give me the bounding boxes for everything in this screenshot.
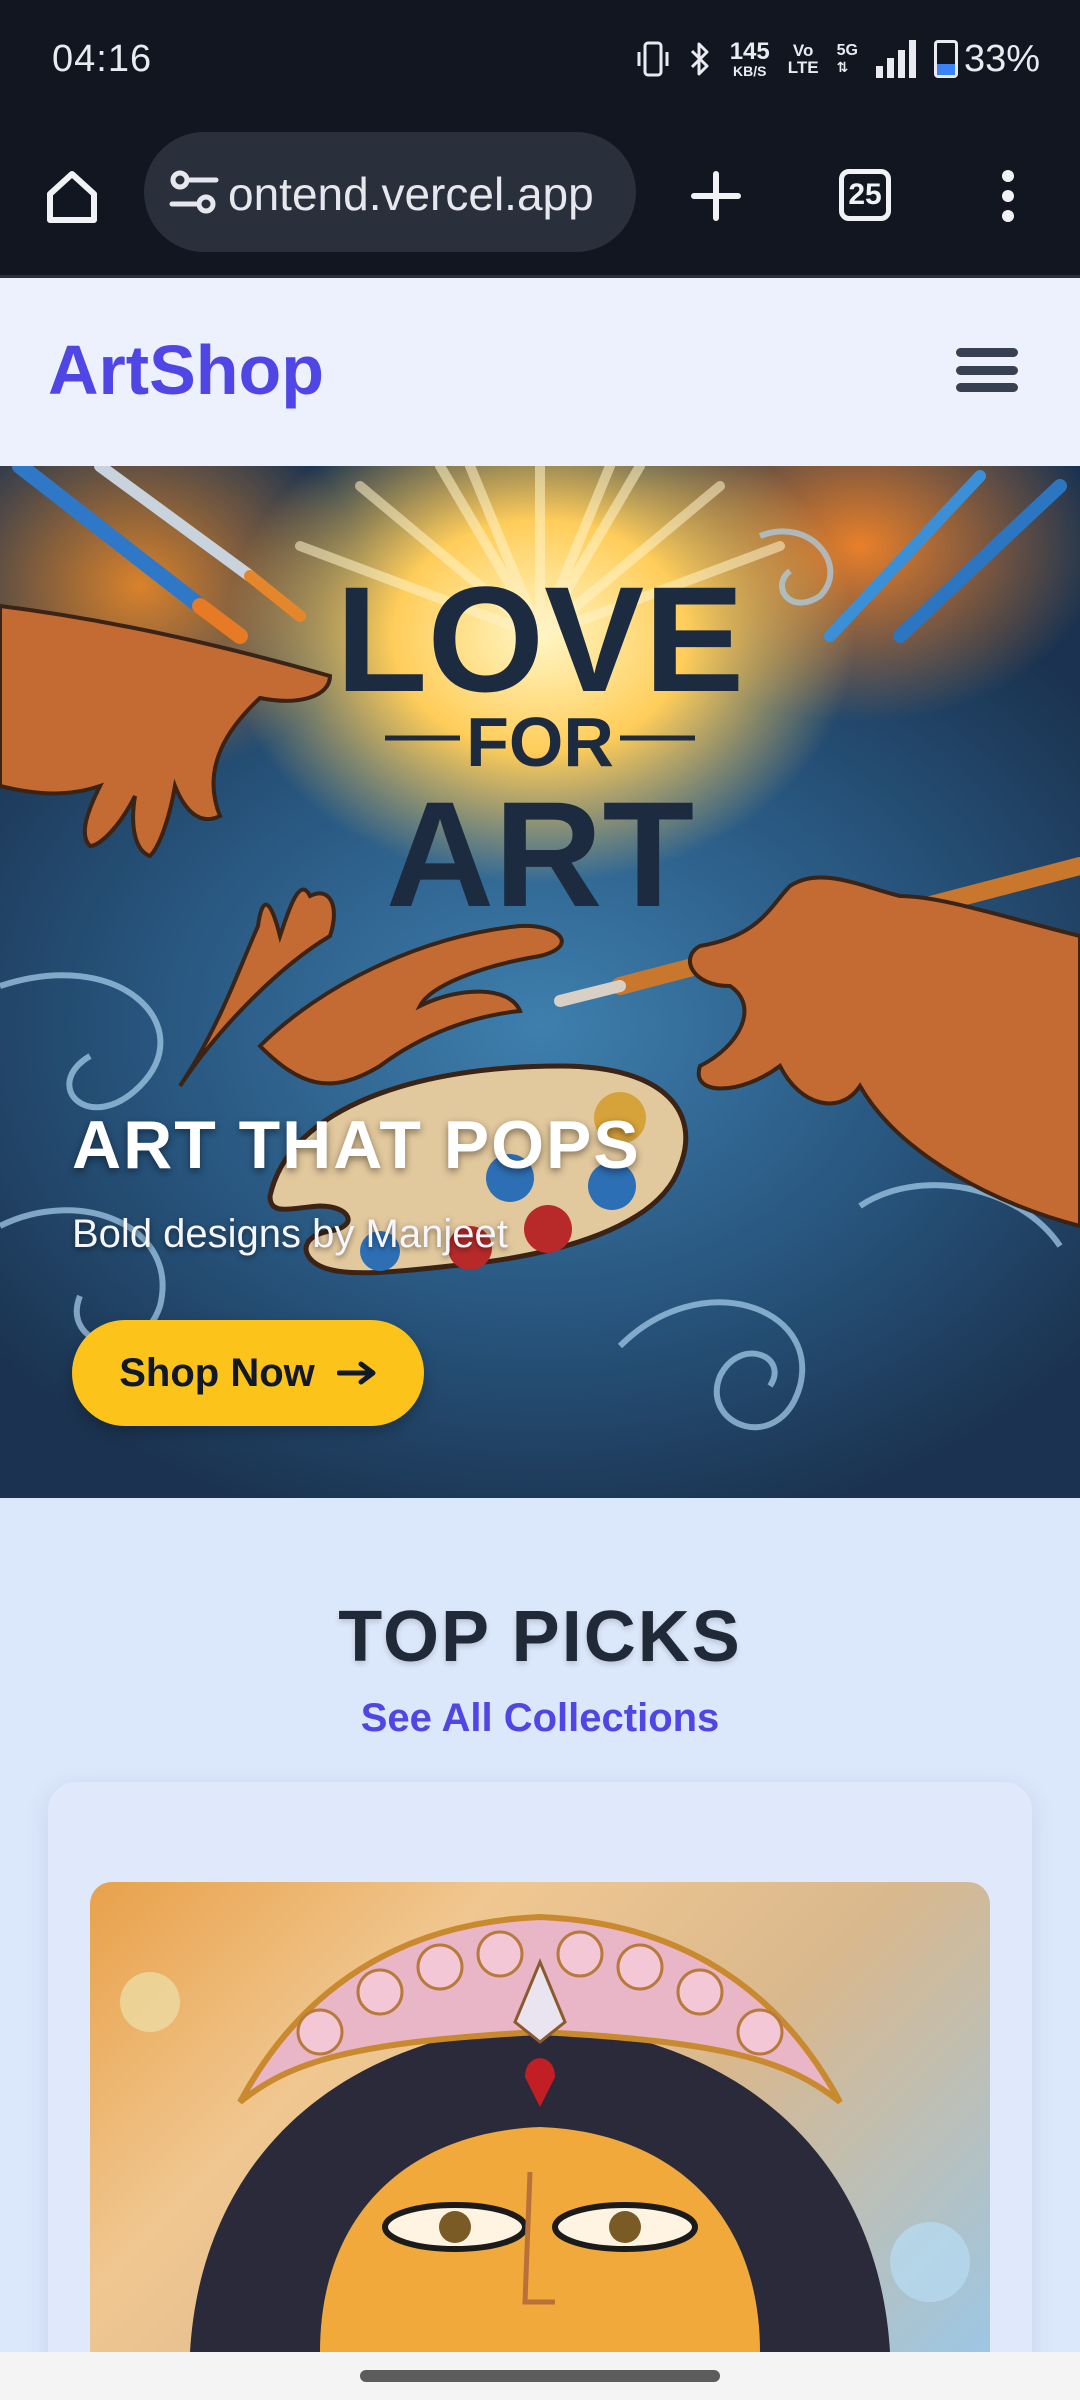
bluetooth-icon xyxy=(690,42,709,76)
site-header: ArtShop xyxy=(0,278,1080,466)
network-type-label: 5G xyxy=(836,42,858,59)
hero-title: ART THAT POPS xyxy=(72,1107,641,1183)
hamburger-icon-line xyxy=(956,365,1018,375)
vibrate-icon xyxy=(637,41,669,77)
volte-bottom: LTE xyxy=(787,58,819,77)
home-button[interactable] xyxy=(36,160,108,232)
address-bar[interactable]: ontend.vercel.app xyxy=(144,132,636,252)
hamburger-icon-line xyxy=(956,383,1018,392)
network-speed: 145 KB/S xyxy=(729,38,770,79)
site-logo[interactable]: ArtShop xyxy=(48,330,324,410)
see-all-collections-link[interactable]: See All Collections xyxy=(0,1696,1080,1741)
battery-percent: 33% xyxy=(963,37,1040,80)
url-text[interactable]: ontend.vercel.app xyxy=(228,167,628,221)
volte-indicator: Vo LTE xyxy=(788,42,819,76)
arrow-right-icon xyxy=(336,1361,376,1385)
data-arrows-icon: ⇅ xyxy=(836,59,849,75)
navigation-gesture-area xyxy=(0,2352,1080,2400)
network-speed-value: 145 xyxy=(729,38,770,65)
network-speed-unit: KB/S xyxy=(732,63,767,79)
battery-indicator: 33% xyxy=(933,37,1040,81)
plus-icon xyxy=(691,171,741,221)
tab-count: 25 xyxy=(839,169,891,221)
browser-toolbar: ontend.vercel.app 25 xyxy=(0,120,1080,278)
gesture-handle[interactable] xyxy=(360,2370,720,2382)
hero-banner: LOVE FOR ART ART THAT POPS Bold designs … xyxy=(0,466,1080,1498)
product-artwork xyxy=(120,1913,970,2352)
hamburger-icon-line xyxy=(956,348,1018,357)
tab-switcher-button[interactable]: 25 xyxy=(830,160,900,230)
hero-art-word: ART xyxy=(386,770,694,938)
network-type: 5G ⇅ xyxy=(837,42,858,76)
site-settings-icon[interactable] xyxy=(166,164,222,220)
signal-icon xyxy=(875,40,916,78)
overflow-menu-button[interactable] xyxy=(980,156,1036,236)
status-icons: 145 KB/S Vo LTE 5G ⇅ 33% xyxy=(636,34,1040,84)
hero-subtitle: Bold designs by Manjeet xyxy=(72,1212,508,1256)
product-image[interactable] xyxy=(90,1882,990,2352)
battery-icon xyxy=(933,40,958,78)
shop-now-label: Shop Now xyxy=(119,1350,315,1395)
hamburger-menu-button[interactable] xyxy=(956,348,1018,392)
new-tab-button[interactable] xyxy=(676,156,756,236)
status-time: 04:16 xyxy=(52,38,153,80)
home-icon xyxy=(47,171,97,223)
top-picks-heading: TOP PICKS xyxy=(338,1597,742,1677)
shop-now-button[interactable]: Shop Now xyxy=(72,1320,424,1426)
hero-art-word: LOVE xyxy=(336,555,744,723)
more-vert-icon xyxy=(1002,170,1014,222)
status-bar: 04:16 145 KB/S Vo LTE 5G ⇅ 33% xyxy=(0,0,1080,120)
volte-top: Vo xyxy=(792,41,814,60)
